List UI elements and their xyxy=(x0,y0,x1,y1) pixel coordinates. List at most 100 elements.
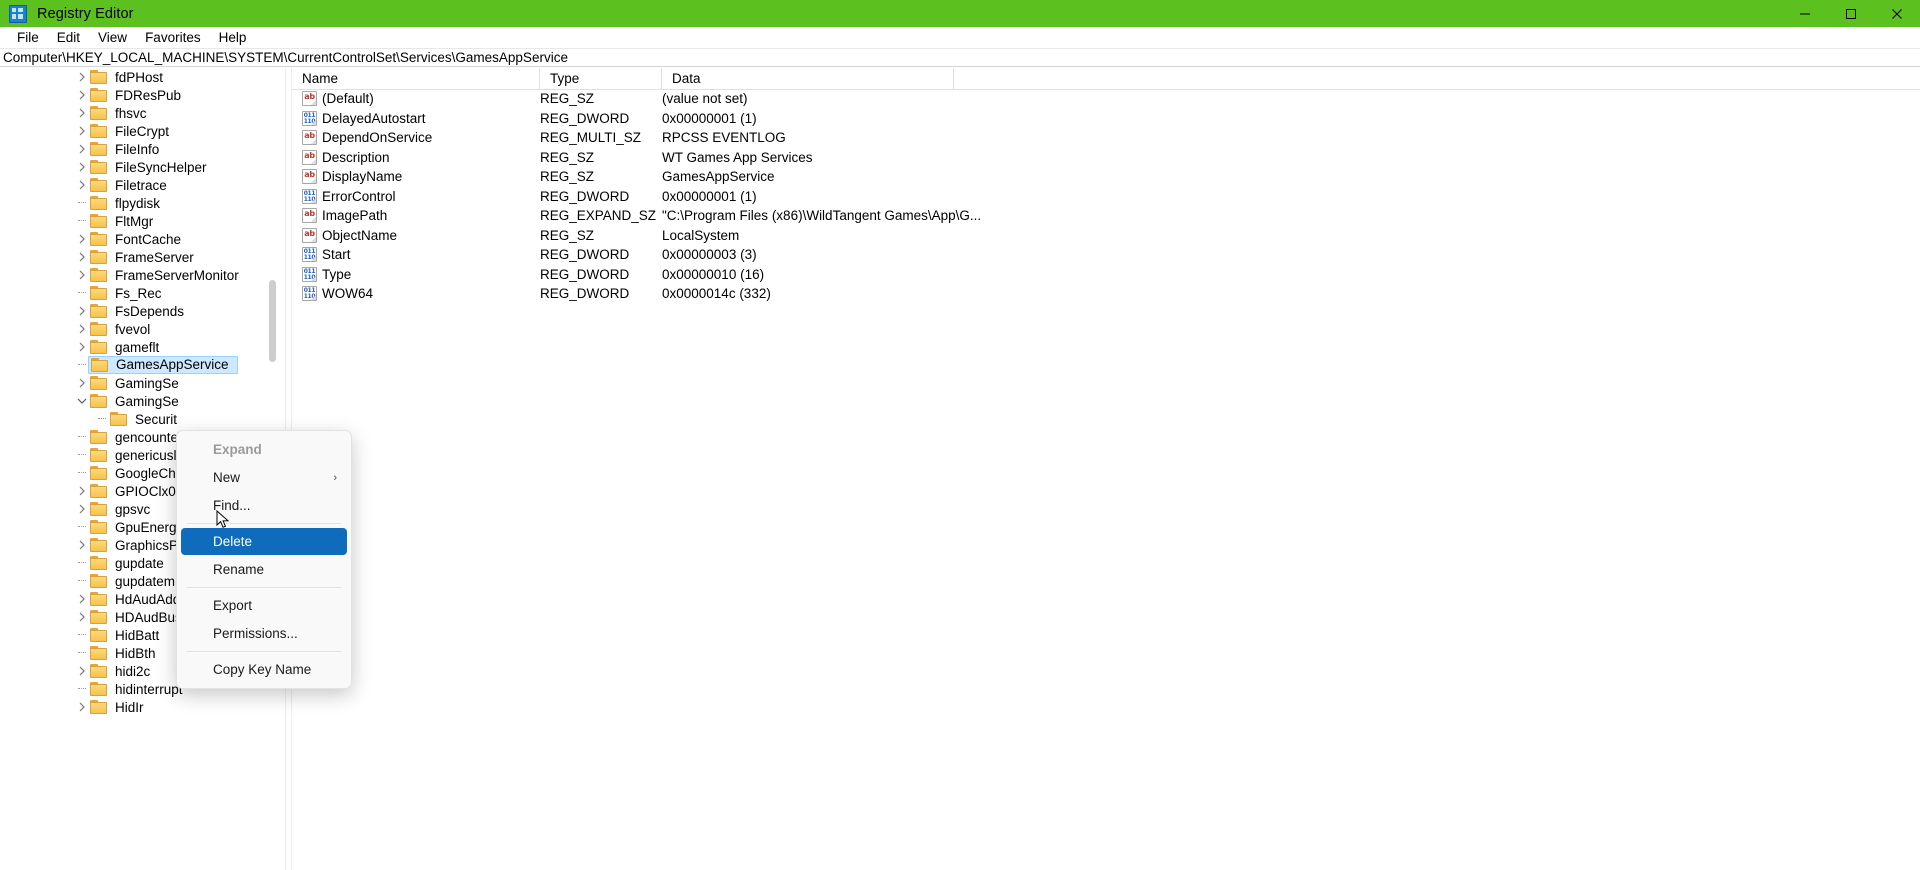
chevron-right-icon[interactable] xyxy=(74,698,90,716)
minimize-button[interactable] xyxy=(1782,0,1828,27)
tree-item-hidir[interactable]: HidIr xyxy=(0,698,285,716)
tree-item-label: gencounte xyxy=(115,429,179,445)
context-menu-item-export[interactable]: Export xyxy=(181,592,347,619)
chevron-right-icon[interactable] xyxy=(74,86,90,104)
tree-item-label: Filetrace xyxy=(115,177,167,193)
table-row[interactable]: 011 110 DelayedAutostart REG_DWORD 0x0000000… xyxy=(292,109,1920,129)
chevron-right-icon[interactable] xyxy=(74,266,90,284)
table-row[interactable]: 011 110 Start REG_DWORD 0x00000003 (3) xyxy=(292,245,1920,265)
table-row[interactable]: 011 110 ErrorControl REG_DWORD 0x00000001 (1… xyxy=(292,187,1920,207)
tree-item-content: GraphicsP xyxy=(90,538,182,553)
chevron-right-icon[interactable] xyxy=(74,338,90,356)
column-header-type[interactable]: Type xyxy=(540,68,662,89)
tree-item-gamingse[interactable]: GamingSe xyxy=(0,374,285,392)
menu-edit[interactable]: Edit xyxy=(48,28,89,47)
context-menu-item-new[interactable]: New › xyxy=(181,464,347,491)
string-value-icon: ab xyxy=(302,130,317,146)
tree-item-fltmgr[interactable]: FltMgr xyxy=(0,212,285,230)
value-type: REG_SZ xyxy=(540,91,595,107)
tree-item-gamingse[interactable]: GamingSe xyxy=(0,392,285,410)
chevron-right-icon[interactable] xyxy=(74,590,90,608)
value-data: RPCSS EVENTLOG xyxy=(662,130,786,146)
tree-item-gameflt[interactable]: gameflt xyxy=(0,338,285,356)
chevron-right-icon[interactable] xyxy=(74,158,90,176)
window-controls xyxy=(1782,0,1920,27)
close-button[interactable] xyxy=(1874,0,1920,27)
tree-item-content: GpuEnerg xyxy=(90,520,181,535)
tree-item-content: FrameServer xyxy=(90,250,198,265)
menu-separator xyxy=(187,523,341,524)
tree-item-filecrypt[interactable]: FileCrypt xyxy=(0,122,285,140)
context-menu-item-rename[interactable]: Rename xyxy=(181,556,347,583)
maximize-button[interactable] xyxy=(1828,0,1874,27)
context-menu-item-label: Copy Key Name xyxy=(213,662,312,677)
value-type: REG_DWORD xyxy=(540,188,630,204)
table-row[interactable]: 011 110 WOW64 REG_DWORD 0x0000014c (332) xyxy=(292,284,1920,304)
chevron-right-icon[interactable] xyxy=(74,104,90,122)
table-row[interactable]: ab Description REG_SZ WT Games App Services xyxy=(292,148,1920,168)
value-name: Description xyxy=(322,149,390,165)
column-header-data[interactable]: Data xyxy=(662,68,954,89)
table-row[interactable]: ab ImagePath REG_EXPAND_SZ "C:\Program File… xyxy=(292,206,1920,226)
tree-item-fvevol[interactable]: fvevol xyxy=(0,320,285,338)
tree-item-filetrace[interactable]: Filetrace xyxy=(0,176,285,194)
folder-icon xyxy=(90,196,109,210)
tree-item-filesynchelper[interactable]: FileSyncHelper xyxy=(0,158,285,176)
table-row[interactable]: 011 110 Type REG_DWORD 0x00000010 (16) xyxy=(292,265,1920,285)
chevron-down-icon[interactable] xyxy=(74,392,90,410)
tree-item-content: flpydisk xyxy=(90,196,164,211)
value-name-cell: ab DependOnService xyxy=(292,130,540,146)
chevron-right-icon[interactable] xyxy=(74,176,90,194)
chevron-right-icon[interactable] xyxy=(74,248,90,266)
context-menu-item-copy-key-name[interactable]: Copy Key Name xyxy=(181,656,347,683)
tree-item-fdphost[interactable]: fdPHost xyxy=(0,68,285,86)
context-menu-item-delete[interactable]: Delete xyxy=(181,528,347,555)
chevron-right-icon[interactable] xyxy=(74,302,90,320)
menu-help[interactable]: Help xyxy=(210,28,256,47)
context-menu-item-permissions[interactable]: Permissions... xyxy=(181,620,347,647)
folder-icon xyxy=(91,358,110,372)
tree-item-fsdepends[interactable]: FsDepends xyxy=(0,302,285,320)
chevron-right-icon[interactable] xyxy=(74,536,90,554)
column-header-name[interactable]: Name xyxy=(292,68,540,89)
chevron-right-icon[interactable] xyxy=(74,374,90,392)
tree-line xyxy=(74,518,90,536)
tree-item-label: FDResPub xyxy=(115,87,182,103)
chevron-right-icon[interactable] xyxy=(74,320,90,338)
tree-item-frameservermonitor[interactable]: FrameServerMonitor xyxy=(0,266,285,284)
tree-item-content: GoogleCh xyxy=(90,466,180,481)
chevron-right-icon[interactable] xyxy=(74,122,90,140)
menu-file[interactable]: File xyxy=(8,28,48,47)
context-menu-item-find[interactable]: Find... xyxy=(181,492,347,519)
tree-item-fileinfo[interactable]: FileInfo xyxy=(0,140,285,158)
table-row[interactable]: ab ObjectName REG_SZ LocalSystem xyxy=(292,226,1920,246)
menu-view[interactable]: View xyxy=(89,28,136,47)
table-row[interactable]: ab DisplayName REG_SZ GamesAppService xyxy=(292,167,1920,187)
chevron-right-icon[interactable] xyxy=(74,500,90,518)
value-name-cell: ab Description xyxy=(292,149,540,165)
chevron-right-icon[interactable] xyxy=(74,68,90,86)
chevron-right-icon[interactable] xyxy=(74,140,90,158)
chevron-right-icon[interactable] xyxy=(74,482,90,500)
tree-item-flpydisk[interactable]: flpydisk xyxy=(0,194,285,212)
folder-icon xyxy=(110,412,129,426)
tree-item-fhsvc[interactable]: fhsvc xyxy=(0,104,285,122)
menu-favorites[interactable]: Favorites xyxy=(136,28,210,47)
tree-item-fontcache[interactable]: FontCache xyxy=(0,230,285,248)
tree-item-gamesappservice[interactable]: GamesAppService xyxy=(0,356,285,374)
tree-item-securit[interactable]: Securit xyxy=(0,410,285,428)
chevron-right-icon[interactable] xyxy=(74,662,90,680)
tree-scrollbar-thumb[interactable] xyxy=(269,280,276,362)
tree-item-label: FileCrypt xyxy=(115,123,170,139)
table-row[interactable]: ab DependOnService REG_MULTI_SZ RPCSS EVENT… xyxy=(292,128,1920,148)
tree-item-content: HidIr xyxy=(90,700,148,715)
tree-item-content: FontCache xyxy=(90,232,185,247)
chevron-right-icon[interactable] xyxy=(74,230,90,248)
tree-item-frameserver[interactable]: FrameServer xyxy=(0,248,285,266)
tree-item-content: gpsvc xyxy=(90,502,154,517)
table-row[interactable]: ab (Default) REG_SZ (value not set) xyxy=(292,89,1920,109)
tree-item-fdrespub[interactable]: FDResPub xyxy=(0,86,285,104)
tree-item-fs-rec[interactable]: Fs_Rec xyxy=(0,284,285,302)
chevron-right-icon[interactable] xyxy=(74,608,90,626)
address-bar[interactable]: Computer\HKEY_LOCAL_MACHINE\SYSTEM\Curre… xyxy=(0,48,1920,67)
